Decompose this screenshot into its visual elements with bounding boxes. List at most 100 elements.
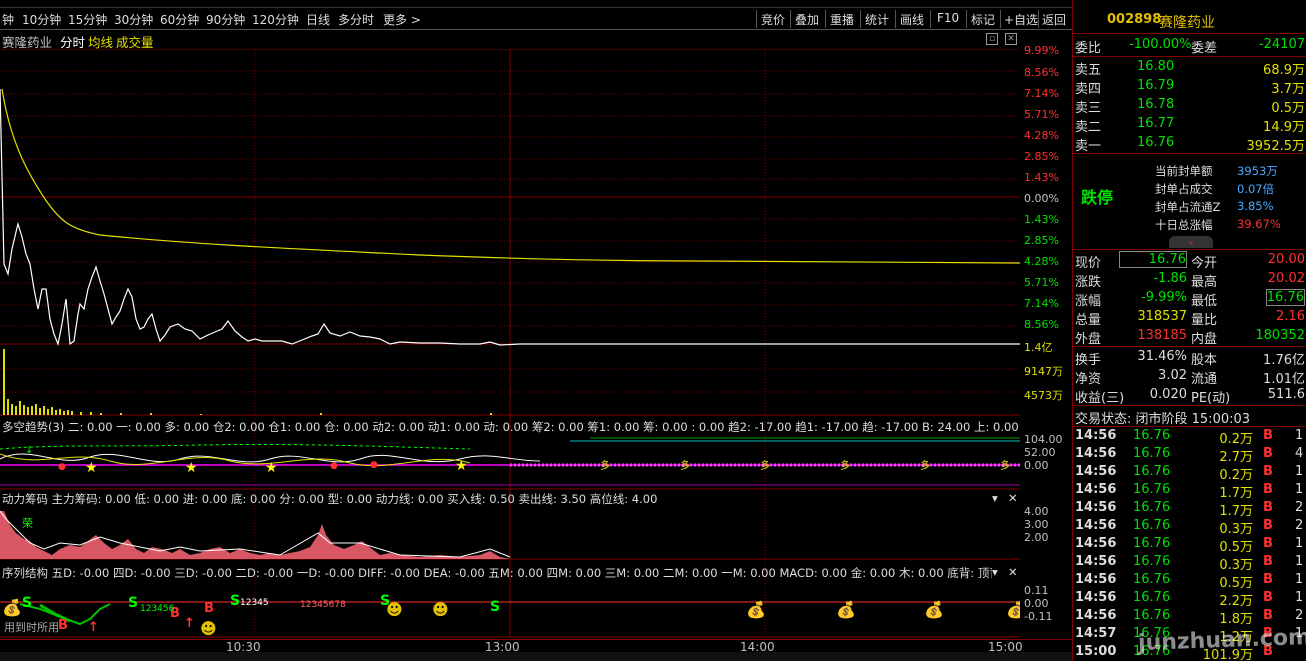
overlay-button[interactable]: 叠加 [795, 11, 819, 28]
axis-label: 8.56% [1024, 318, 1059, 331]
stat-label: 内盘 [1191, 332, 1218, 347]
tick-row[interactable]: 14:56 16.76 2.2万 B 1 [1073, 590, 1306, 609]
stat-label: 换手 [1075, 353, 1102, 368]
add-watchlist-button[interactable]: +自选 [1004, 11, 1038, 28]
mark-button[interactable]: 标记 [971, 11, 995, 28]
tick-time: 14:57 [1075, 626, 1117, 641]
axis-label: 2.85% [1024, 234, 1059, 247]
svg-text:多: 多 [920, 459, 930, 472]
ask-row[interactable]: 卖一 16.76 3952.5万 [1073, 134, 1306, 154]
stock-code: 002898 [1107, 12, 1162, 27]
tick-row[interactable]: 14:56 16.76 1.8万 B 2 [1073, 608, 1306, 627]
axis-label: 5.71% [1024, 276, 1059, 289]
svg-text:☻: ☻ [386, 600, 403, 619]
axis-label: 0.00 [1024, 597, 1049, 610]
tick-direction: B [1263, 446, 1273, 461]
collapse-icon[interactable]: ⌄ [1169, 236, 1213, 248]
panel-dropdown-icon[interactable]: ▾ [992, 491, 998, 505]
tick-row[interactable]: 14:56 16.76 1.7万 B 1 [1073, 482, 1306, 501]
intraday-chart[interactable]: ★ ★ ★ ★ ● ● ● 多多多多多多 ↓ 荣 SSSSS BB B↑↑ 💰☻… [0, 49, 1020, 639]
tick-row[interactable]: 14:56 16.76 0.3万 B 1 [1073, 554, 1306, 573]
tick-row[interactable]: 14:56 16.76 0.2万 B 1 [1073, 464, 1306, 483]
f10-button[interactable]: F10 [937, 11, 959, 25]
stat-value: 180352 [1255, 328, 1305, 343]
stat-value: 31.46% [1137, 349, 1187, 364]
stat-value: 20.00 [1267, 252, 1305, 267]
ask-row[interactable]: 卖三 16.78 0.5万 [1073, 96, 1306, 116]
stat-label: 收益(三) [1075, 391, 1125, 406]
dongli-header[interactable]: 动力筹码 主力筹码: 0.00 低: 0.00 进: 0.00 底: 0.00 … [2, 491, 992, 507]
tick-row[interactable]: 14:56 16.76 0.5万 B 1 [1073, 536, 1306, 555]
period-120min[interactable]: 120分钟 [252, 11, 299, 28]
tick-count: 2 [1295, 500, 1304, 515]
stat-label: 最低 [1191, 294, 1218, 309]
panel-dropdown-icon[interactable]: ▾ [992, 565, 998, 579]
svg-text:12345678: 12345678 [300, 600, 346, 610]
stat-label: 量比 [1191, 313, 1218, 328]
stat-value: 1.01亿 [1263, 372, 1305, 387]
tick-volume: 0.2万 [1219, 432, 1253, 447]
period-15min[interactable]: 15分钟 [68, 11, 107, 28]
tick-price: 16.76 [1133, 608, 1171, 623]
tick-time: 14:56 [1075, 500, 1117, 515]
tick-volume: 0.3万 [1219, 522, 1253, 537]
close-icon[interactable]: ✕ [1005, 33, 1017, 45]
seal-label: 十日总涨幅 [1155, 218, 1213, 232]
duokong-header[interactable]: 多空趋势(3) 二: 0.00 一: 0.00 多: 0.00 仓2: 0.00… [2, 419, 1020, 435]
panel-close-icon[interactable]: ✕ [1008, 491, 1018, 505]
period-multi[interactable]: 多分时 [338, 11, 374, 28]
svg-text:12345: 12345 [240, 598, 269, 608]
replay-button[interactable]: 重播 [830, 11, 854, 28]
period-daily[interactable]: 日线 [306, 11, 330, 28]
tick-count: 1 [1295, 464, 1304, 479]
seal-value: 3953万 [1237, 164, 1278, 178]
stats-button[interactable]: 统计 [865, 11, 889, 28]
axis-label: 7.14% [1024, 87, 1059, 100]
period-10min[interactable]: 10分钟 [22, 11, 61, 28]
tick-count: 1 [1295, 572, 1304, 587]
stat-row: 涨跌 -1.86 最高 20.02 [1073, 270, 1306, 290]
period-60min[interactable]: 60分钟 [160, 11, 199, 28]
stat-label: 净资 [1075, 372, 1102, 387]
ask-row[interactable]: 卖四 16.79 3.7万 [1073, 77, 1306, 97]
svg-text:荣: 荣 [22, 517, 33, 530]
tick-volume: 0.2万 [1219, 468, 1253, 483]
svg-text:↑: ↑ [88, 620, 99, 635]
period-more[interactable]: 更多 > [383, 11, 421, 28]
tick-price: 16.76 [1133, 572, 1171, 587]
axis-label: 1.43% [1024, 213, 1059, 226]
tick-direction: B [1263, 554, 1273, 569]
stat-row: 净资 3.02 流通 1.01亿 [1073, 367, 1306, 387]
axis-label: 1.4亿 [1024, 341, 1053, 354]
ask-volume: 14.9万 [1263, 120, 1305, 135]
tick-row[interactable]: 14:56 16.76 1.7万 B 2 [1073, 500, 1306, 519]
ask-price: 16.79 [1137, 78, 1175, 93]
ask-row[interactable]: 卖五 16.80 68.9万 [1073, 58, 1306, 78]
tick-count: 1 [1295, 482, 1304, 497]
stat-value: 1.76亿 [1263, 353, 1305, 368]
tick-row[interactable]: 14:56 16.76 0.5万 B 1 [1073, 572, 1306, 591]
tick-direction: B [1263, 464, 1273, 479]
ask-row[interactable]: 卖二 16.77 14.9万 [1073, 115, 1306, 135]
stat-label: 总量 [1075, 313, 1102, 328]
axis-label: 2.85% [1024, 150, 1059, 163]
tick-row[interactable]: 14:56 16.76 0.3万 B 2 [1073, 518, 1306, 537]
panel-close-icon[interactable]: ✕ [1008, 565, 1018, 579]
seal-label: 封单占流通Z [1155, 200, 1221, 214]
settings-icon[interactable]: ▫ [986, 33, 998, 45]
period-1min[interactable]: 钟 [2, 11, 14, 28]
stat-label: 涨幅 [1075, 294, 1102, 309]
tick-row[interactable]: 14:56 16.76 0.2万 B 1 [1073, 428, 1306, 447]
back-button[interactable]: 返回 [1042, 11, 1066, 28]
draw-button[interactable]: 画线 [900, 11, 924, 28]
tick-time: 14:56 [1075, 464, 1117, 479]
axis-label: 104.00 [1024, 433, 1063, 446]
tick-direction: B [1263, 590, 1273, 605]
svg-text:多: 多 [760, 459, 770, 472]
auction-button[interactable]: 竞价 [761, 11, 785, 28]
tick-row[interactable]: 14:56 16.76 2.7万 B 4 [1073, 446, 1306, 465]
period-30min[interactable]: 30分钟 [114, 11, 153, 28]
tick-price: 16.76 [1133, 554, 1171, 569]
xulie-header[interactable]: 序列结构 五D: -0.00 四D: -0.00 三D: -0.00 二D: -… [2, 565, 992, 581]
period-90min[interactable]: 90分钟 [206, 11, 245, 28]
